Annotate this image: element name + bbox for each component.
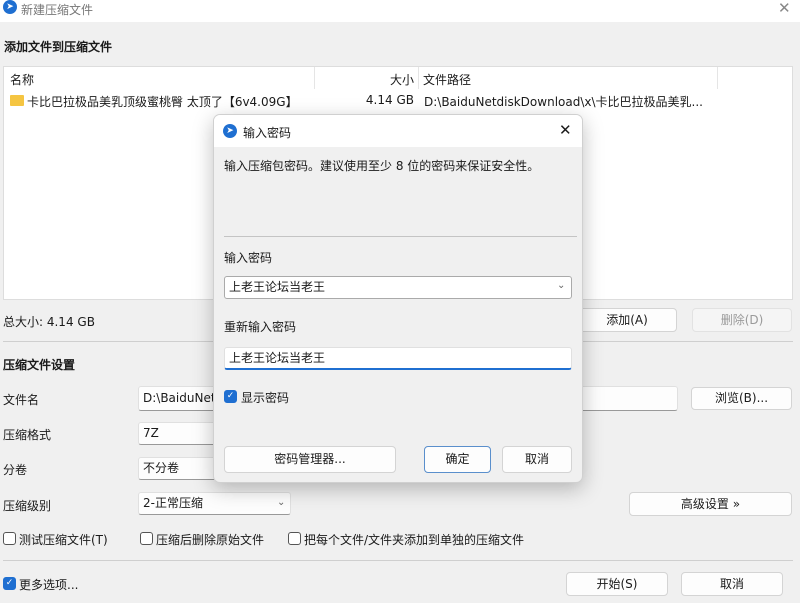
split-label: 分卷: [3, 463, 28, 477]
dialog-logo-icon: ➤: [223, 124, 237, 138]
dialog-cancel-button[interactable]: 取消: [502, 446, 572, 473]
table-row[interactable]: 卡比巴拉极品美乳顶级蜜桃臀 太顶了【6v4.09G】 4.14 GB D:\Ba…: [8, 93, 788, 111]
delete-button[interactable]: 删除(D): [692, 308, 792, 332]
delete-after-label: 压缩后删除原始文件: [156, 533, 265, 547]
col-header-size[interactable]: 大小: [374, 71, 414, 88]
separate-archives-checkbox[interactable]: [288, 532, 301, 545]
show-password-checkbox[interactable]: ✓: [224, 390, 237, 403]
row-path: D:\BaiduNetdiskDownload\x\卡比巴拉极品美乳...: [424, 95, 703, 109]
row-name: 卡比巴拉极品美乳顶级蜜桃臀 太顶了【6v4.09G】: [27, 95, 298, 109]
close-icon[interactable]: ✕: [778, 0, 791, 17]
browse-button[interactable]: 浏览(B)...: [691, 387, 792, 410]
password-label: 输入密码: [224, 251, 273, 265]
col-header-path[interactable]: 文件路径: [423, 71, 471, 88]
password-manager-button[interactable]: 密码管理器...: [224, 446, 396, 473]
add-button[interactable]: 添加(A): [577, 308, 677, 332]
chevron-down-icon: ⌄: [557, 280, 566, 291]
reenter-password-label: 重新输入密码: [224, 320, 297, 334]
password-combo[interactable]: 上老王论坛当老王: [224, 276, 572, 299]
format-label: 压缩格式: [3, 428, 52, 442]
level-label: 压缩级别: [3, 499, 52, 513]
dialog-close-icon[interactable]: ✕: [559, 121, 572, 139]
dialog-description: 输入压缩包密码。建议使用至少 8 位的密码来保证安全性。: [224, 159, 540, 173]
window-title: 新建压缩文件: [21, 3, 94, 17]
test-archive-checkbox[interactable]: [3, 532, 16, 545]
more-options-label: 更多选项...: [19, 578, 79, 592]
folder-icon: [10, 95, 24, 106]
title-bar: [0, 0, 800, 22]
app-logo-icon: ➤: [3, 0, 17, 14]
section-settings-heading: 压缩文件设置: [3, 358, 76, 372]
test-archive-label: 测试压缩文件(T): [19, 533, 108, 547]
section-add-heading: 添加文件到压缩文件: [4, 40, 113, 54]
advanced-settings-button[interactable]: 高级设置 »: [629, 492, 792, 516]
dialog-title: 输入密码: [243, 126, 292, 140]
show-password-label: 显示密码: [241, 391, 290, 405]
level-select[interactable]: 2-正常压缩: [138, 492, 291, 515]
start-button[interactable]: 开始(S): [566, 572, 668, 596]
separate-archives-label: 把每个文件/文件夹添加到单独的压缩文件: [304, 533, 525, 547]
row-size: 4.14 GB: [365, 93, 414, 107]
chevron-down-icon: ⌄: [277, 497, 286, 508]
cancel-button[interactable]: 取消: [681, 572, 783, 596]
total-size: 总大小: 4.14 GB: [3, 315, 95, 329]
reenter-password-input[interactable]: 上老王论坛当老王: [224, 347, 572, 370]
col-header-name[interactable]: 名称: [10, 71, 34, 88]
password-dialog: ➤ 输入密码 ✕ 输入压缩包密码。建议使用至少 8 位的密码来保证安全性。 输入…: [213, 114, 583, 483]
delete-after-checkbox[interactable]: [140, 532, 153, 545]
more-options-checkbox[interactable]: ✓: [3, 577, 16, 590]
ok-button[interactable]: 确定: [424, 446, 491, 473]
filename-label: 文件名: [3, 393, 40, 407]
